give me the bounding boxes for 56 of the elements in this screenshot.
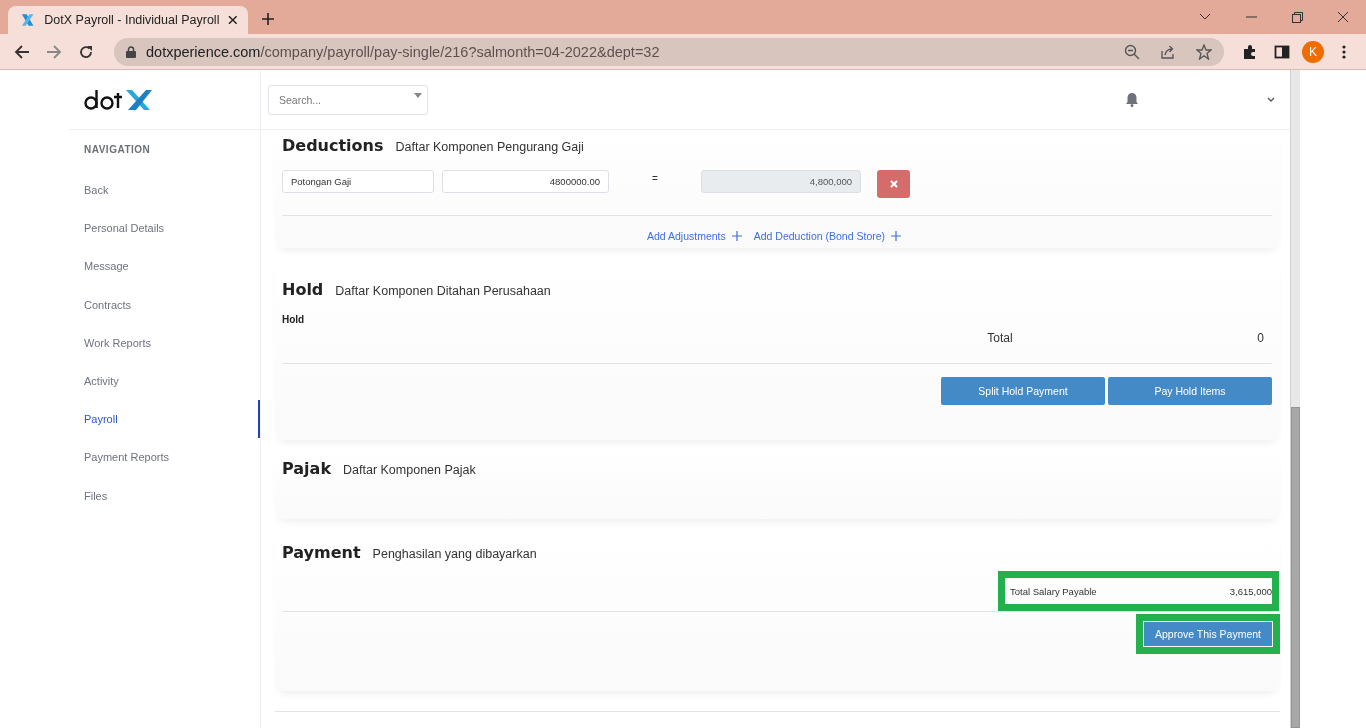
hold-action-button[interactable]: Pay Hold Items xyxy=(1108,377,1272,405)
section-title: Deductions xyxy=(282,136,384,155)
section-title: Payment xyxy=(282,543,361,562)
profile-avatar[interactable]: K xyxy=(1302,40,1324,63)
nav-item[interactable]: Back xyxy=(68,171,260,210)
section-title: Pajak xyxy=(282,459,331,478)
caret-icon[interactable] xyxy=(414,92,422,98)
new-tab-icon[interactable] xyxy=(262,13,274,25)
add-link[interactable]: Add Adjustments xyxy=(646,230,726,242)
close-icon[interactable] xyxy=(228,15,238,25)
restore-icon[interactable] xyxy=(1291,11,1303,23)
scrollbar[interactable] xyxy=(1290,70,1300,728)
nav-heading: NAVIGATION xyxy=(83,143,152,157)
add-link[interactable]: Add Deduction (Bond Store) xyxy=(753,230,886,242)
plus-icon[interactable] xyxy=(731,231,742,241)
chevron-down-icon[interactable] xyxy=(1267,97,1275,102)
delete-button[interactable] xyxy=(877,170,910,198)
share-icon[interactable] xyxy=(1160,43,1176,60)
lock-icon xyxy=(126,45,136,58)
approve-button[interactable]: Approve This Payment xyxy=(1143,622,1272,646)
amount-field[interactable]: 4800000.00 xyxy=(442,169,609,193)
tab-title: DotX Payroll - Individual Payroll xyxy=(44,13,220,27)
zoom-out-icon[interactable] xyxy=(1124,43,1140,60)
hold-action-button[interactable]: Split Hold Payment xyxy=(941,377,1105,405)
chevron-down-icon[interactable] xyxy=(1199,13,1211,21)
search-field[interactable]: Search... xyxy=(268,84,428,115)
nav-item[interactable]: Files xyxy=(68,476,260,515)
nav-item[interactable]: Payroll xyxy=(68,400,260,439)
equals-sign: = xyxy=(651,172,659,184)
component-name-field[interactable]: Potongan Gaji xyxy=(282,169,434,193)
hold-label: Hold xyxy=(282,314,306,325)
total-label: Total xyxy=(987,331,1014,345)
nav-item[interactable]: Contracts xyxy=(68,285,260,324)
total-salary-label: Total Salary Payable xyxy=(1010,585,1097,597)
section-title: Hold xyxy=(282,280,324,299)
bell-icon[interactable] xyxy=(1125,92,1139,107)
nav-item[interactable]: Activity xyxy=(68,361,260,401)
x-icon xyxy=(889,180,898,188)
section-subtitle: Penghasilan yang dibayarkan xyxy=(372,547,537,561)
star-icon[interactable] xyxy=(1196,43,1212,60)
total-value: 0 xyxy=(1257,331,1265,345)
x-logo-icon xyxy=(20,12,36,28)
section-subtitle: Daftar Komponen Pajak xyxy=(343,463,476,477)
nav-item[interactable]: Personal Details xyxy=(68,209,260,248)
close-icon[interactable] xyxy=(1337,11,1349,23)
url-text: dotxperience.com/company/payroll/pay-single/216?salmonth=04-2022&dept=32 xyxy=(146,43,661,60)
section-subtitle: Daftar Komponen Pengurang Gaji xyxy=(395,140,584,154)
result-field: 4,800,000 xyxy=(701,169,861,193)
section-subtitle: Daftar Komponen Ditahan Perusahaan xyxy=(335,284,551,298)
nav-item[interactable]: Message xyxy=(68,247,260,286)
address-bar[interactable]: dotxperience.com/company/payroll/pay-single/216?salmonth=04-2022&dept=32 xyxy=(114,37,1224,66)
browser-tab[interactable]: DotX Payroll - Individual Payroll xyxy=(8,6,248,34)
total-salary-value: 3,615,000 xyxy=(1229,585,1272,597)
nav-item[interactable]: Payment Reports xyxy=(68,438,260,477)
plus-icon[interactable] xyxy=(891,231,902,241)
nav-item[interactable]: Work Reports xyxy=(68,323,260,362)
